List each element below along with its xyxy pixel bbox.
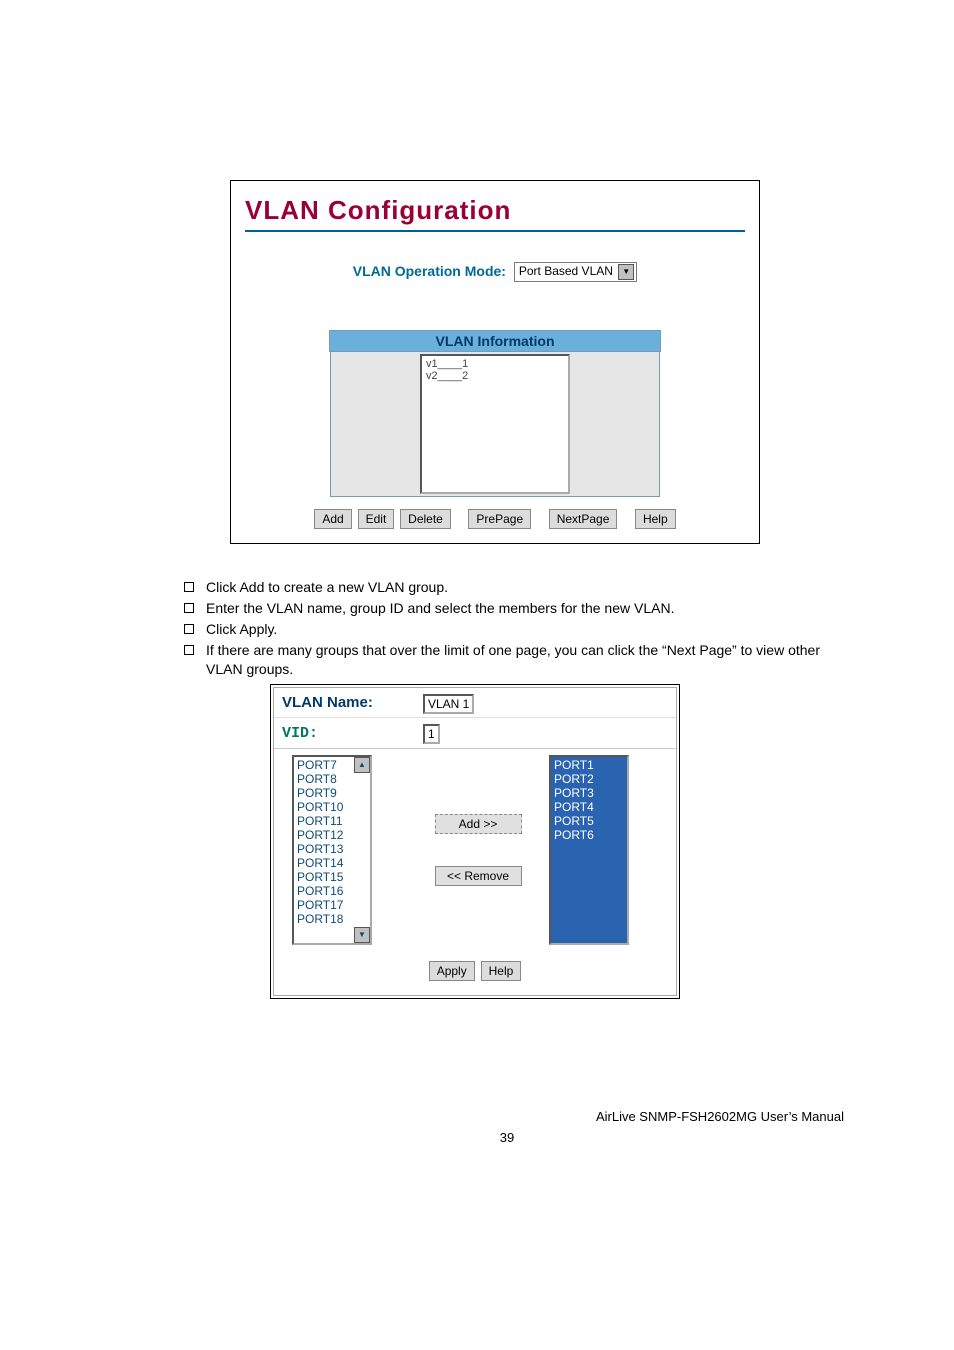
help-button[interactable]: Help bbox=[635, 509, 676, 529]
vlan-listbox-wrap: v1____1 v2____2 bbox=[330, 352, 660, 497]
op-mode-value: Port Based VLAN bbox=[519, 264, 613, 278]
instruction-list: Click Add to create a new VLAN group. En… bbox=[180, 578, 854, 678]
list-item[interactable]: PORT17 bbox=[297, 898, 367, 912]
list-item[interactable]: PORT16 bbox=[297, 884, 367, 898]
vid-input[interactable]: 1 bbox=[423, 724, 440, 744]
scroll-down-icon[interactable]: ▼ bbox=[354, 927, 370, 943]
prepage-button[interactable]: PrePage bbox=[468, 509, 531, 529]
button-row: Add Edit Delete PrePage NextPage Help bbox=[245, 509, 745, 529]
edit-button[interactable]: Edit bbox=[358, 509, 395, 529]
list-item[interactable]: PORT13 bbox=[297, 842, 367, 856]
remove-ports-button[interactable]: << Remove bbox=[435, 866, 522, 886]
list-item[interactable]: PORT11 bbox=[297, 814, 367, 828]
list-item[interactable]: v2____2 bbox=[426, 370, 564, 382]
list-item[interactable]: PORT2 bbox=[554, 772, 624, 786]
add-ports-button[interactable]: Add >> bbox=[435, 814, 522, 834]
vlan-name-label: VLAN Name: bbox=[282, 694, 373, 711]
title-underline bbox=[245, 230, 745, 232]
page-number: 39 bbox=[160, 1130, 854, 1145]
footer-text: AirLive SNMP-FSH2602MG User’s Manual bbox=[160, 1109, 854, 1124]
list-item[interactable]: PORT18 bbox=[297, 912, 367, 926]
list-item[interactable]: PORT15 bbox=[297, 870, 367, 884]
op-mode-select[interactable]: Port Based VLAN ▼ bbox=[514, 262, 637, 282]
list-item: Enter the VLAN name, group ID and select… bbox=[180, 599, 854, 618]
help-button[interactable]: Help bbox=[481, 961, 522, 981]
list-item[interactable]: PORT1 bbox=[554, 758, 624, 772]
add-button[interactable]: Add bbox=[314, 509, 351, 529]
vlan-info-header: VLAN Information bbox=[329, 330, 661, 352]
vlan-listbox[interactable]: v1____1 v2____2 bbox=[420, 354, 570, 494]
op-mode-label: VLAN Operation Mode: bbox=[353, 263, 506, 279]
apply-button[interactable]: Apply bbox=[429, 961, 475, 981]
delete-button[interactable]: Delete bbox=[400, 509, 451, 529]
vlan-edit-figure: VLAN Name: VLAN 1 VID: 1 ▲ PORT7 bbox=[270, 684, 680, 999]
vlan-config-title: VLAN Configuration bbox=[245, 195, 745, 226]
vid-label: VID: bbox=[282, 725, 318, 742]
list-item[interactable]: PORT4 bbox=[554, 800, 624, 814]
scroll-up-icon[interactable]: ▲ bbox=[354, 757, 370, 773]
list-item[interactable]: PORT12 bbox=[297, 828, 367, 842]
chevron-down-icon[interactable]: ▼ bbox=[618, 264, 634, 280]
list-item[interactable]: PORT10 bbox=[297, 800, 367, 814]
member-ports-list[interactable]: PORT1 PORT2 PORT3 PORT4 PORT5 PORT6 bbox=[549, 755, 629, 945]
list-item[interactable]: v1____1 bbox=[426, 358, 564, 370]
list-item: Click Apply. bbox=[180, 620, 854, 639]
list-item[interactable]: PORT9 bbox=[297, 786, 367, 800]
list-item[interactable]: PORT8 bbox=[297, 772, 367, 786]
vlan-name-input[interactable]: VLAN 1 bbox=[423, 694, 474, 714]
list-item: Click Add to create a new VLAN group. bbox=[180, 578, 854, 597]
list-item[interactable]: PORT6 bbox=[554, 828, 624, 842]
nextpage-button[interactable]: NextPage bbox=[549, 509, 618, 529]
vlan-config-figure: VLAN Configuration VLAN Operation Mode: … bbox=[230, 180, 760, 544]
list-item[interactable]: PORT5 bbox=[554, 814, 624, 828]
list-item[interactable]: PORT14 bbox=[297, 856, 367, 870]
list-item[interactable]: PORT3 bbox=[554, 786, 624, 800]
list-item: If there are many groups that over the l… bbox=[180, 641, 854, 679]
available-ports-list[interactable]: ▲ PORT7 PORT8 PORT9 PORT10 PORT11 PORT12… bbox=[292, 755, 372, 945]
